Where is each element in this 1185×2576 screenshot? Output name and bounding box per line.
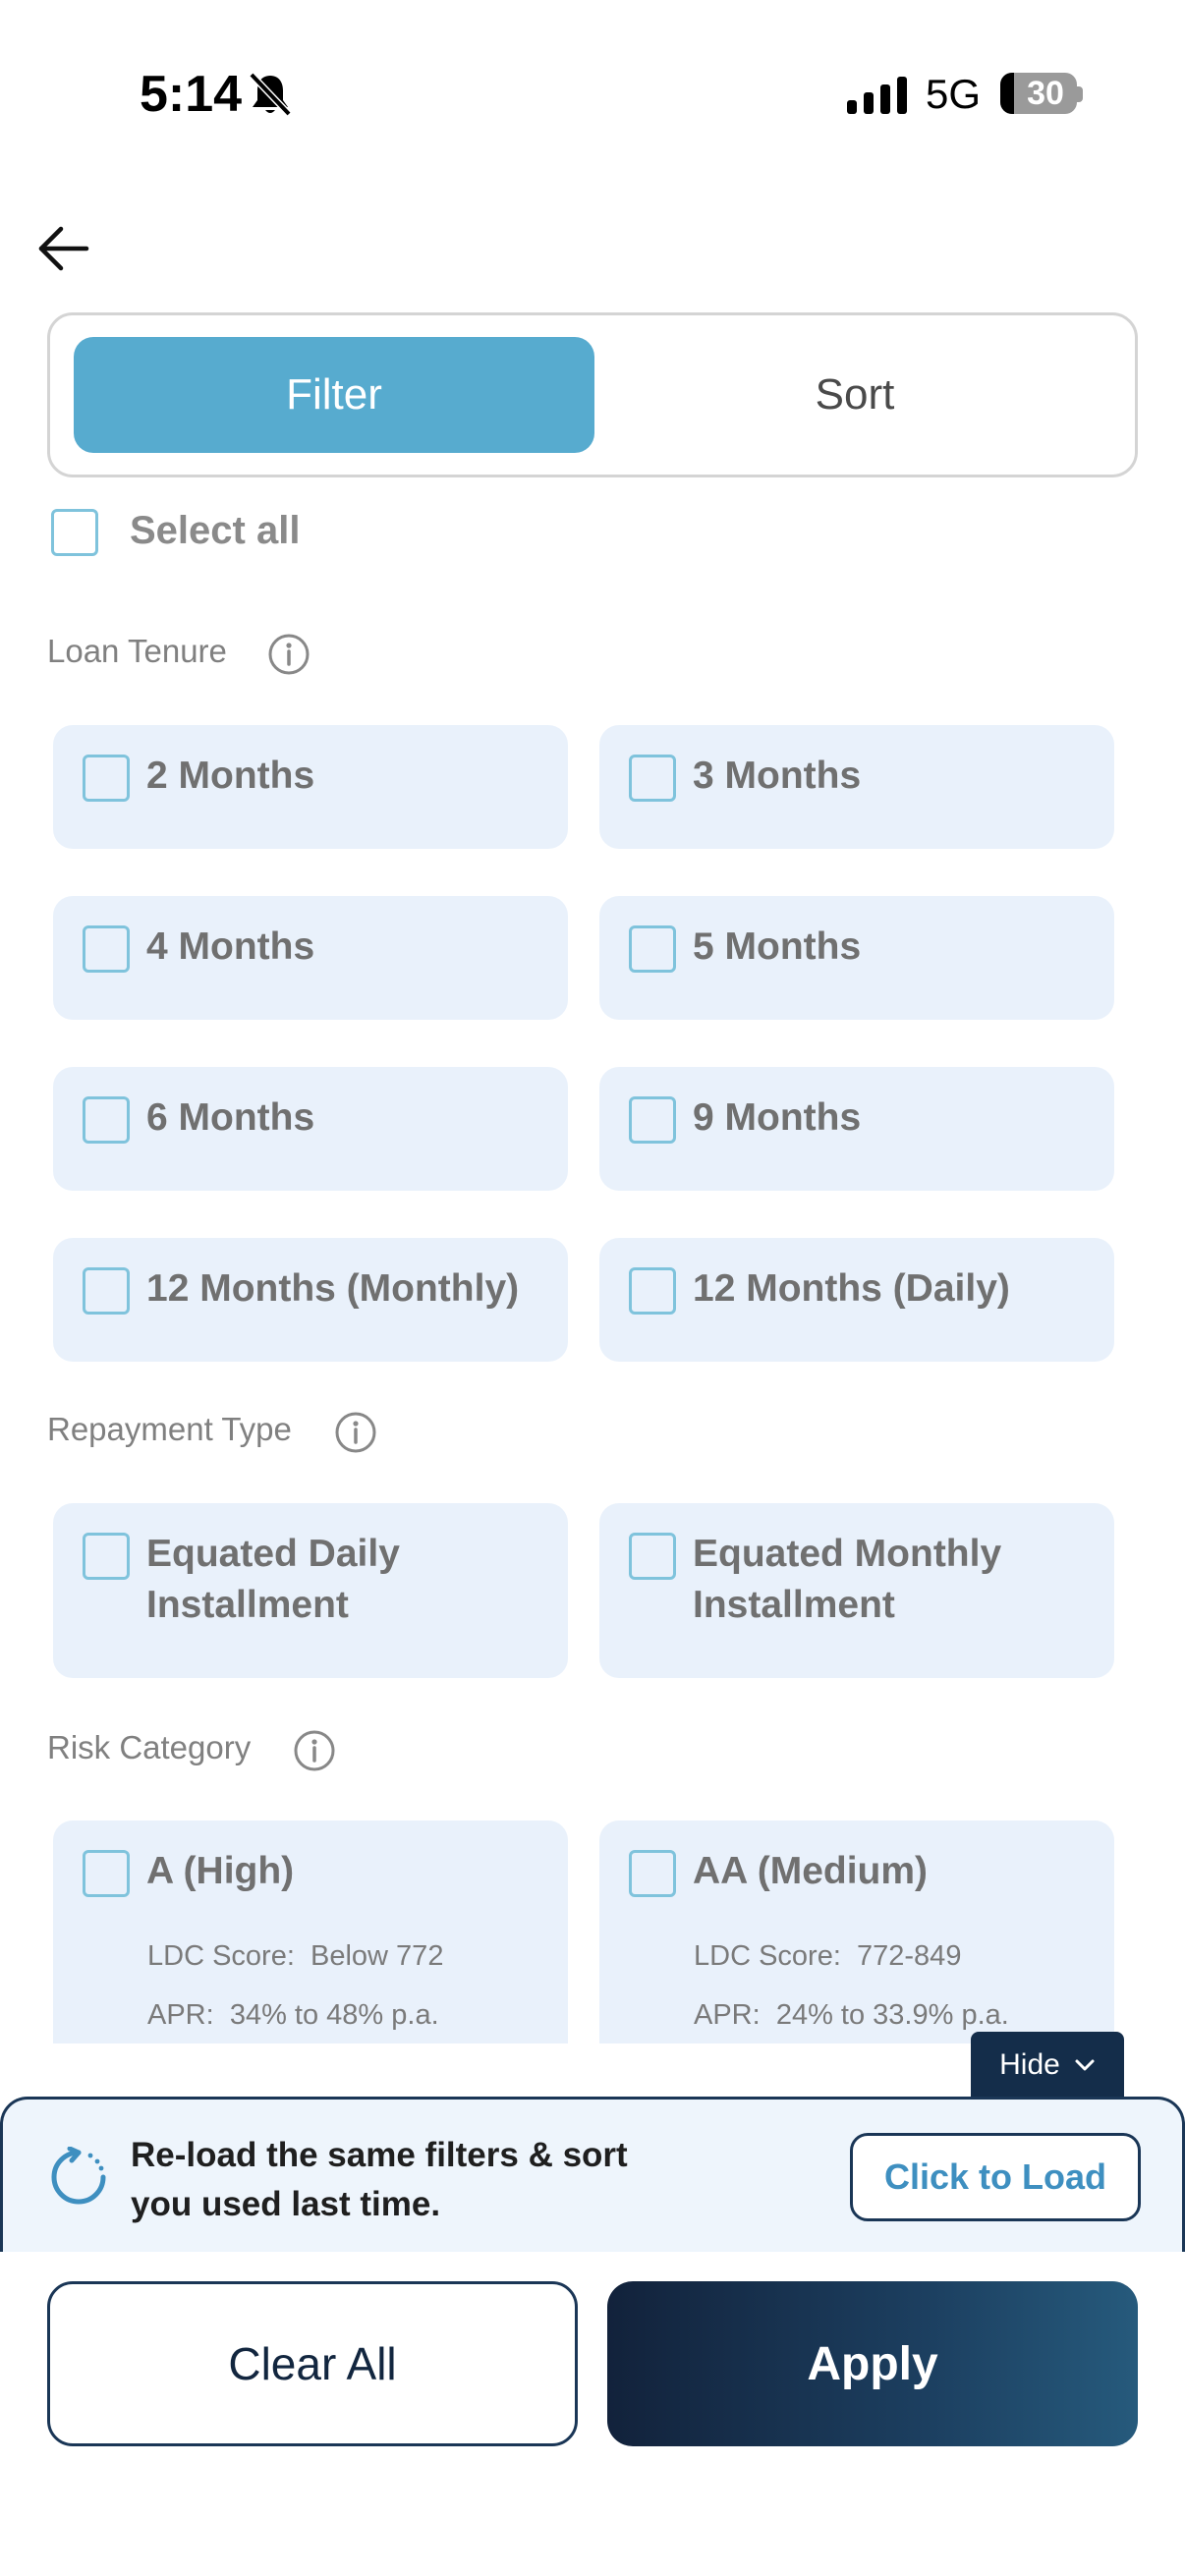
option-label: 2 Months	[146, 755, 315, 797]
ldc-score-value: Below 772	[310, 1940, 444, 1972]
apr-label: APR:	[147, 1999, 214, 2031]
option-label: A (High)	[146, 1850, 295, 1892]
battery-level: 30	[1027, 75, 1064, 112]
tenure-option-12-months-daily[interactable]: 12 Months (Daily)	[599, 1238, 1114, 1362]
ldc-score-label: LDC Score:	[694, 1940, 841, 1972]
checkbox[interactable]	[83, 925, 130, 973]
signal-icon	[847, 77, 907, 114]
chevron-down-icon	[1075, 2059, 1095, 2071]
risk-option-a-high[interactable]: A (High) LDC Score: Below 772 APR: 34% t…	[53, 1820, 568, 2044]
option-label: 5 Months	[693, 925, 862, 968]
option-label: 4 Months	[146, 925, 315, 968]
hide-label: Hide	[999, 2048, 1060, 2081]
select-all-checkbox[interactable]	[51, 509, 98, 556]
reload-message: Re-load the same filters & sort you used…	[131, 2136, 628, 2223]
tenure-option-2-months[interactable]: 2 Months	[53, 725, 568, 849]
checkbox[interactable]	[629, 1850, 676, 1897]
loan-tenure-title: Loan Tenure	[47, 633, 227, 669]
apr-label: APR:	[694, 1999, 761, 2031]
repayment-option-monthly[interactable]: Equated Monthly Installment	[599, 1503, 1114, 1678]
apr-line: APR: 24% to 33.9% p.a.	[694, 1999, 1009, 2032]
ldc-score-value: 772-849	[857, 1940, 962, 1972]
reload-filters-banner: Re-load the same filters & sort you used…	[0, 2097, 1185, 2252]
risk-category-info-icon[interactable]	[293, 1729, 336, 1772]
click-to-load-button[interactable]: Click to Load	[850, 2133, 1141, 2221]
tenure-option-6-months[interactable]: 6 Months	[53, 1067, 568, 1191]
reload-icon	[51, 2147, 106, 2205]
bell-muted-icon	[249, 72, 292, 117]
hide-banner-button[interactable]: Hide	[971, 2032, 1124, 2099]
checkbox[interactable]	[83, 1533, 130, 1580]
battery-icon: 30	[1000, 73, 1077, 114]
ldc-score-label: LDC Score:	[147, 1940, 295, 1972]
status-time: 5:14	[140, 66, 243, 123]
option-label: Equated Daily Installment	[146, 1533, 400, 1626]
apr-value: 24% to 33.9% p.a.	[775, 1999, 1009, 2031]
status-bar: 5:14 5G 30	[0, 0, 1185, 196]
tenure-option-5-months[interactable]: 5 Months	[599, 896, 1114, 1020]
risk-category-title: Risk Category	[47, 1729, 252, 1765]
checkbox[interactable]	[83, 1096, 130, 1144]
checkbox[interactable]	[629, 1096, 676, 1144]
tenure-option-4-months[interactable]: 4 Months	[53, 896, 568, 1020]
tenure-option-3-months[interactable]: 3 Months	[599, 725, 1114, 849]
tenure-option-12-months-monthly[interactable]: 12 Months (Monthly)	[53, 1238, 568, 1362]
checkbox[interactable]	[83, 755, 130, 802]
apply-button[interactable]: Apply	[607, 2281, 1138, 2446]
option-label: 12 Months (Daily)	[693, 1267, 1010, 1310]
tenure-option-9-months[interactable]: 9 Months	[599, 1067, 1114, 1191]
tab-filter[interactable]: Filter	[74, 337, 594, 453]
checkbox[interactable]	[83, 1850, 130, 1897]
checkbox[interactable]	[629, 925, 676, 973]
ldc-score-line: LDC Score: Below 772	[147, 1940, 443, 1973]
risk-option-aa-medium[interactable]: AA (Medium) LDC Score: 772-849 APR: 24% …	[599, 1820, 1114, 2044]
back-arrow-icon[interactable]	[35, 220, 92, 277]
repayment-type-title: Repayment Type	[47, 1411, 292, 1447]
select-all-label: Select all	[130, 509, 301, 552]
network-label: 5G	[926, 71, 982, 117]
checkbox[interactable]	[629, 1267, 676, 1315]
clear-all-button[interactable]: Clear All	[47, 2281, 578, 2446]
repayment-option-daily[interactable]: Equated Daily Installment	[53, 1503, 568, 1678]
option-label: AA (Medium)	[693, 1850, 929, 1892]
checkbox[interactable]	[629, 755, 676, 802]
option-label: 12 Months (Monthly)	[146, 1267, 520, 1310]
battery-tip	[1077, 86, 1083, 102]
checkbox[interactable]	[629, 1533, 676, 1580]
ldc-score-line: LDC Score: 772-849	[694, 1940, 961, 1973]
option-label: 6 Months	[146, 1096, 315, 1139]
checkbox[interactable]	[83, 1267, 130, 1315]
tab-sort[interactable]: Sort	[594, 337, 1115, 453]
loan-tenure-info-icon[interactable]	[267, 633, 310, 676]
option-label: Equated Monthly Installment	[693, 1533, 1002, 1626]
apr-value: 34% to 48% p.a.	[229, 1999, 439, 2031]
repayment-type-info-icon[interactable]	[334, 1411, 377, 1454]
option-label: 3 Months	[693, 755, 862, 797]
option-label: 9 Months	[693, 1096, 862, 1139]
apr-line: APR: 34% to 48% p.a.	[147, 1999, 439, 2032]
filter-sort-toggle: Filter Sort	[47, 312, 1138, 477]
